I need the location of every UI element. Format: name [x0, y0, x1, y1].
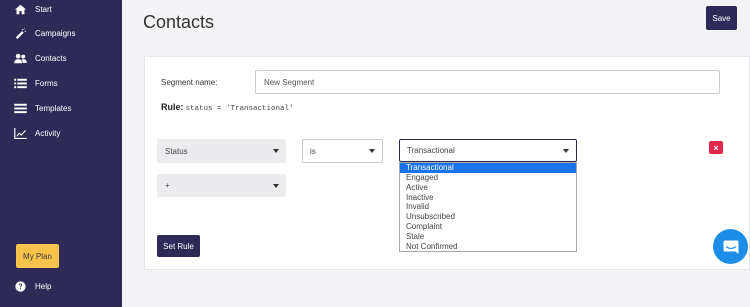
dropdown-option[interactable]: Engaged: [400, 173, 576, 183]
sidebar-item-label: Help: [35, 281, 52, 291]
rule-preview: Rule: status = 'Transactional': [161, 102, 294, 113]
value-select[interactable]: Transactional: [399, 139, 577, 162]
field-select[interactable]: Status: [157, 139, 286, 163]
magic-wand-icon: [15, 27, 26, 39]
add-field-select[interactable]: +: [157, 174, 286, 197]
rule-expression: status = 'Transactional': [185, 105, 294, 113]
sidebar-item-help[interactable]: Help: [14, 277, 51, 295]
sidebar-item-label: Templates: [35, 103, 72, 113]
chart-line-icon: [14, 127, 27, 139]
sidebar-item-label: Forms: [35, 78, 58, 88]
sidebar-item-templates[interactable]: Templates: [14, 99, 71, 117]
sidebar-item-contacts[interactable]: Contacts: [14, 49, 67, 67]
chevron-down-icon: [563, 148, 569, 153]
bars-icon: [14, 103, 27, 113]
dropdown-option[interactable]: Active: [400, 183, 576, 193]
value-select-value: Transactional: [407, 146, 455, 155]
sidebar-item-campaigns[interactable]: Campaigns: [14, 24, 75, 42]
page-title: Contacts: [143, 12, 215, 32]
sidebar-item-activity[interactable]: Activity: [14, 124, 60, 142]
segment-name-label: Segment name:: [161, 78, 218, 87]
save-button[interactable]: Save: [706, 6, 737, 30]
chat-icon: [723, 240, 738, 254]
my-plan-button[interactable]: My Plan: [16, 244, 59, 268]
sidebar-item-forms[interactable]: Forms: [14, 74, 58, 92]
chevron-down-icon: [369, 149, 375, 153]
dropdown-option[interactable]: Complaint: [400, 222, 576, 232]
operator-select-value: is: [310, 146, 316, 156]
dropdown-option[interactable]: Transactional: [400, 163, 576, 173]
sidebar-item-label: Activity: [35, 128, 61, 138]
sidebar-item-label: Start: [35, 4, 52, 14]
home-icon: [15, 4, 26, 14]
segment-name-input[interactable]: New Segment: [255, 70, 720, 94]
sidebar-item-label: Contacts: [35, 53, 67, 63]
add-field-select-value: +: [165, 181, 170, 190]
chevron-down-icon: [273, 149, 279, 153]
dropdown-option[interactable]: Inactive: [400, 193, 576, 203]
chevron-down-icon: [273, 183, 279, 188]
operator-select[interactable]: is: [302, 139, 383, 163]
dropdown-option[interactable]: Not Confirmed: [400, 242, 576, 252]
field-select-value: Status: [165, 146, 188, 156]
close-icon: ×: [713, 142, 719, 153]
set-rule-button[interactable]: Set Rule: [157, 235, 200, 257]
value-dropdown-list: Transactional Engaged Active Inactive In…: [399, 162, 577, 252]
rule-label: Rule:: [161, 102, 184, 112]
sidebar-item-start[interactable]: Start: [14, 0, 52, 18]
list-icon: [14, 78, 27, 88]
sidebar: Start Campaigns Contacts Forms Templates…: [0, 0, 122, 307]
delete-rule-button[interactable]: ×: [709, 141, 723, 154]
dropdown-option[interactable]: Invalid: [400, 202, 576, 212]
chat-launcher-button[interactable]: [713, 229, 748, 264]
dropdown-option[interactable]: Unsubscribed: [400, 212, 576, 222]
dropdown-option[interactable]: Stale: [400, 232, 576, 242]
sidebar-item-label: Campaigns: [35, 28, 76, 38]
help-icon: [15, 280, 26, 292]
users-icon: [14, 53, 27, 63]
